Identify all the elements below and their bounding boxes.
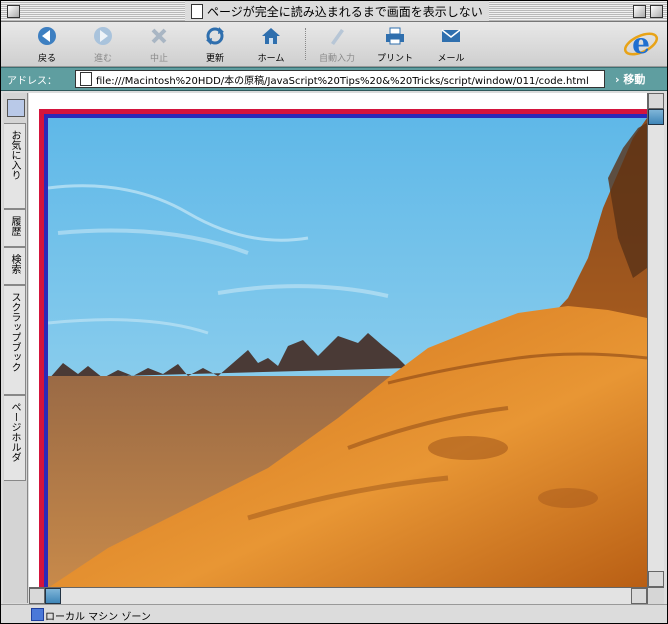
home-button[interactable]: ホーム <box>243 24 299 64</box>
go-arrow-icon: › <box>615 73 620 86</box>
tab-scrapbook-label: スクラップブック <box>9 292 20 372</box>
local-zone-icon <box>31 608 44 621</box>
address-url[interactable]: file:///Macintosh%20HDD/本の原稿/JavaScript%… <box>96 72 589 87</box>
ie-logo-icon: e <box>623 27 659 60</box>
print-button[interactable]: プリント <box>367 24 423 64</box>
vertical-scroll-thumb[interactable] <box>648 109 664 125</box>
autofill-icon <box>331 29 344 45</box>
address-bar: アドレス： file:///Macintosh%20HDD/本の原稿/JavaS… <box>1 67 667 91</box>
autofill-button[interactable]: 自動入力 <box>309 24 365 64</box>
toolbar: 戻る 進む 中止 更新 ホーム 自動入力 プリント メール e <box>1 22 667 67</box>
status-bar: ローカル マシン ゾーン <box>1 604 667 623</box>
title-wrap: ページが完全に読み込まれるまで画面を表示しない <box>185 1 489 21</box>
browser-window: ページが完全に読み込まれるまで画面を表示しない 戻る 進む 中止 更新 ホーム … <box>0 0 668 624</box>
refresh-label: 更新 <box>205 54 224 64</box>
status-zone-text: ローカル マシン ゾーン <box>45 612 151 623</box>
address-label: アドレス： <box>7 76 57 87</box>
stop-icon <box>151 28 167 44</box>
tab-page-holder[interactable]: ページホルダ <box>4 395 26 481</box>
mail-button[interactable]: メール <box>423 24 479 64</box>
refresh-button[interactable]: 更新 <box>187 24 243 64</box>
tab-search-label: 検索 <box>9 254 20 274</box>
window-title: ページが完全に読み込まれるまで画面を表示しない <box>207 4 483 19</box>
tab-scrapbook[interactable]: スクラップブック <box>4 285 26 395</box>
collapse-box[interactable] <box>650 5 663 18</box>
toolbar-separator <box>305 28 306 60</box>
landscape-image <box>48 118 647 587</box>
horizontal-scroll-thumb[interactable] <box>45 588 61 604</box>
forward-button[interactable]: 進む <box>75 24 131 64</box>
tab-favorites[interactable]: お気に入り <box>4 123 26 209</box>
address-field[interactable]: file:///Macintosh%20HDD/本の原稿/JavaScript%… <box>75 70 605 88</box>
horizontal-scrollbar[interactable] <box>29 587 647 604</box>
home-label: ホーム <box>257 54 285 64</box>
tab-history-label: 履歴 <box>9 216 20 236</box>
vertical-scrollbar[interactable] <box>647 93 664 587</box>
go-label: 移動 <box>623 73 646 86</box>
stop-button[interactable]: 中止 <box>131 24 187 64</box>
scroll-down-arrow-icon[interactable] <box>648 571 664 587</box>
svg-text:e: e <box>632 27 650 60</box>
explorer-bar: お気に入り 履歴 検索 スクラップブック ページホルダ <box>3 93 28 603</box>
tab-search[interactable]: 検索 <box>4 247 26 285</box>
document-icon <box>191 3 203 19</box>
resize-corner[interactable] <box>647 587 664 604</box>
print-label: プリント <box>376 54 413 64</box>
explorer-toggle-icon[interactable] <box>7 99 25 117</box>
scroll-up-arrow-icon[interactable] <box>648 93 664 109</box>
title-bar[interactable]: ページが完全に読み込まれるまで画面を表示しない <box>1 1 667 22</box>
zoom-box[interactable] <box>633 5 646 18</box>
tab-page-holder-label: ページホルダ <box>9 402 20 462</box>
refresh-icon <box>206 27 224 45</box>
page-icon <box>80 72 92 86</box>
scroll-right-arrow-icon[interactable] <box>631 588 647 604</box>
tab-history[interactable]: 履歴 <box>4 209 26 247</box>
back-button[interactable]: 戻る <box>19 24 75 64</box>
home-icon <box>262 28 280 44</box>
mail-icon <box>441 29 461 42</box>
stop-label: 中止 <box>149 54 168 64</box>
forward-label: 進む <box>93 54 112 64</box>
back-label: 戻る <box>37 54 56 64</box>
tab-favorites-label: お気に入り <box>9 130 20 180</box>
mail-label: メール <box>437 54 465 64</box>
scroll-left-arrow-icon[interactable] <box>29 588 45 604</box>
autofill-label: 自動入力 <box>318 54 355 64</box>
printer-icon <box>386 27 404 45</box>
back-arrow-icon <box>38 27 56 45</box>
close-box[interactable] <box>7 5 20 18</box>
forward-arrow-icon <box>94 27 112 45</box>
page-content <box>29 93 647 587</box>
go-button[interactable]: › 移動 <box>615 71 645 87</box>
